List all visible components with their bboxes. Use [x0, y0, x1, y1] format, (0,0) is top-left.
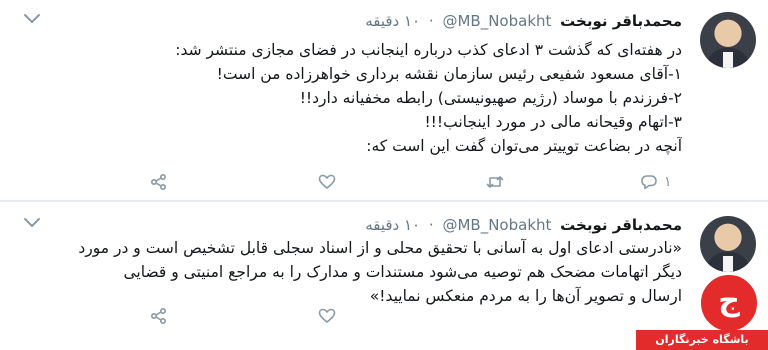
heart-icon — [318, 308, 336, 323]
watermark-site-name: باشگاه خبرنگاران — [636, 330, 768, 350]
chevron-down-icon[interactable] — [22, 12, 42, 26]
reply-icon — [641, 175, 657, 190]
retweet-icon — [486, 176, 504, 188]
tweet-divider — [0, 200, 768, 202]
author-handle[interactable]: @MB_Nobakht — [442, 216, 551, 234]
retweet-button[interactable] — [486, 172, 504, 192]
watermark-emblem: ج — [698, 272, 760, 334]
share-icon — [150, 173, 167, 191]
tweet-actions — [0, 306, 682, 326]
avatar[interactable] — [700, 12, 756, 68]
author-handle[interactable]: @MB_Nobakht — [442, 12, 551, 30]
tweet-actions: ۱ — [0, 172, 682, 192]
tweet-line: «نادرستی ادعای اول به آسانی با تحقیق محل… — [78, 239, 682, 257]
tweet-time[interactable]: ۱۰ دقیقه — [365, 216, 420, 234]
tweet-header: محمدباقر نوبخت @MB_Nobakht · ۱۰ دقیقه — [20, 12, 682, 32]
author-name[interactable]: محمدباقر نوبخت — [560, 216, 682, 234]
tweet[interactable]: محمدباقر نوبخت @MB_Nobakht · ۱۰ دقیقه در… — [0, 0, 768, 200]
watermark-logo: ج باشگاه خبرنگاران — [636, 272, 768, 350]
like-button[interactable] — [318, 306, 336, 326]
reply-count: ۱ — [664, 174, 672, 190]
tweet-line: دیگر اتهامات مضحک هم توصیه می‌شود مستندا… — [123, 263, 682, 281]
tweet-text: در هفته‌ای که گذشت ۳ ادعای کذب درباره ای… — [14, 38, 682, 158]
tweet-line: آنچه در بضاعت توییتر می‌توان گفت این است… — [366, 137, 682, 155]
chevron-down-icon[interactable] — [22, 216, 42, 230]
tweet-time[interactable]: ۱۰ دقیقه — [365, 12, 420, 30]
tweet-line: ۳-اتهام وقیحانه مالی در مورد اینجانب!!! — [424, 113, 682, 131]
tweet-line: ۱-آقای مسعود شفیعی رئیس سازمان نقشه بردا… — [216, 65, 682, 83]
tweet-header: محمدباقر نوبخت @MB_Nobakht · ۱۰ دقیقه — [20, 216, 682, 236]
avatar-collar — [723, 52, 733, 68]
avatar-collar — [723, 256, 733, 272]
author-name[interactable]: محمدباقر نوبخت — [560, 12, 682, 30]
separator-dot: · — [428, 216, 434, 234]
share-button[interactable] — [150, 306, 168, 326]
share-button[interactable] — [150, 172, 168, 192]
tweet-line: در هفته‌ای که گذشت ۳ ادعای کذب درباره ای… — [175, 41, 682, 59]
tweet-line: ارسال و تصویر آن‌ها را به مردم منعکس نما… — [369, 287, 682, 305]
share-icon — [150, 307, 167, 325]
heart-icon — [318, 174, 336, 189]
watermark-mark: ج — [718, 283, 740, 318]
avatar[interactable] — [700, 216, 756, 272]
like-button[interactable] — [318, 172, 336, 192]
separator-dot: · — [428, 12, 434, 30]
tweet-text: «نادرستی ادعای اول به آسانی با تحقیق محل… — [14, 236, 682, 308]
tweet-line: ۲-فرزندم با موساد (رژیم صهیونیستی) رابطه… — [299, 89, 682, 107]
reply-button[interactable]: ۱ — [640, 172, 672, 192]
